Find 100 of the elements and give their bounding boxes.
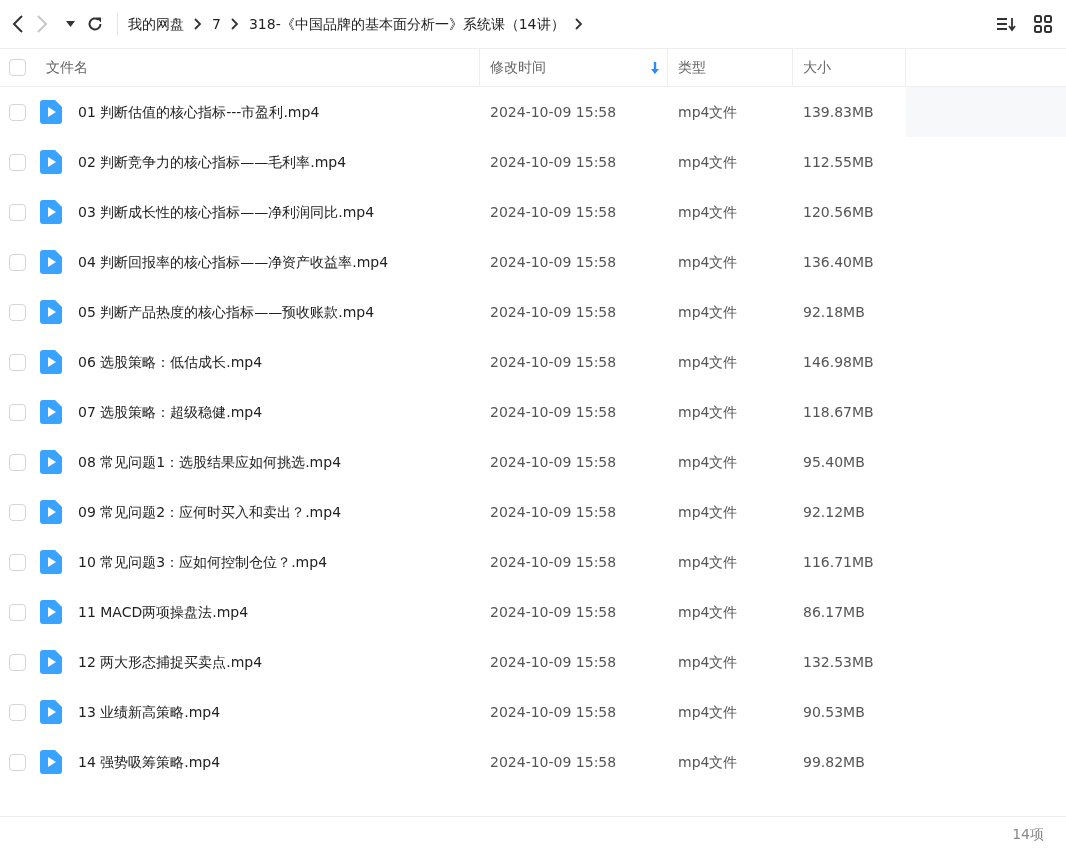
column-header[interactable]: 修改时间 bbox=[490, 57, 546, 78]
file-name[interactable]: 08 常见问题1：选股结果应如何挑选.mp4 bbox=[78, 451, 342, 473]
file-size: 146.98MB bbox=[803, 352, 874, 372]
modified-time: 2024-10-09 15:58 bbox=[490, 552, 617, 572]
file-name[interactable]: 07 选股策略：超级稳健.mp4 bbox=[78, 401, 263, 423]
chevron-icon bbox=[194, 18, 202, 30]
file-type: mp4文件 bbox=[678, 602, 738, 622]
video-file-icon bbox=[40, 450, 62, 474]
video-file-icon bbox=[40, 150, 62, 174]
file-size: 92.18MB bbox=[803, 302, 865, 322]
file-type: mp4文件 bbox=[678, 352, 738, 372]
video-file-icon bbox=[40, 350, 62, 374]
modified-time: 2024-10-09 15:58 bbox=[490, 202, 617, 222]
row-checkbox[interactable] bbox=[9, 153, 26, 171]
video-file-icon bbox=[40, 600, 62, 624]
sort-icon bbox=[996, 16, 1016, 32]
file-name[interactable]: 02 判断竞争力的核心指标——毛利率.mp4 bbox=[78, 151, 347, 173]
row-checkbox[interactable] bbox=[9, 453, 26, 471]
file-type: mp4文件 bbox=[678, 502, 738, 522]
row-checkbox[interactable] bbox=[9, 353, 26, 371]
modified-time: 2024-10-09 15:58 bbox=[490, 652, 617, 672]
modified-time: 2024-10-09 15:58 bbox=[490, 352, 617, 372]
file-size: 116.71MB bbox=[803, 552, 874, 572]
row-checkbox[interactable] bbox=[9, 753, 26, 771]
video-file-icon bbox=[40, 750, 62, 774]
file-name[interactable]: 14 强势吸筹策略.mp4 bbox=[78, 751, 221, 773]
column-header[interactable]: 大小 bbox=[803, 57, 831, 78]
chevron-icon bbox=[230, 18, 239, 30]
row-checkbox[interactable] bbox=[9, 303, 26, 321]
row-checkbox[interactable] bbox=[9, 603, 26, 621]
breadcrumb-link[interactable]: 7 bbox=[212, 13, 221, 35]
file-type: mp4文件 bbox=[678, 752, 738, 772]
file-type: mp4文件 bbox=[678, 152, 738, 172]
chevron-icon bbox=[574, 18, 583, 30]
file-name[interactable]: 01 判断估值的核心指标---市盈利.mp4 bbox=[78, 101, 320, 123]
file-size: 86.17MB bbox=[803, 602, 865, 622]
row-checkbox[interactable] bbox=[9, 253, 26, 271]
file-type: mp4文件 bbox=[678, 402, 738, 422]
modified-time: 2024-10-09 15:58 bbox=[490, 152, 617, 172]
file-size: 112.55MB bbox=[803, 152, 874, 172]
file-type: mp4文件 bbox=[678, 702, 738, 722]
file-size: 132.53MB bbox=[803, 652, 874, 672]
row-checkbox[interactable] bbox=[9, 203, 26, 221]
modified-time: 2024-10-09 15:58 bbox=[490, 402, 617, 422]
modified-time: 2024-10-09 15:58 bbox=[490, 502, 617, 522]
row-checkbox[interactable] bbox=[9, 403, 26, 421]
file-name[interactable]: 04 判断回报率的核心指标——净资产收益率.mp4 bbox=[78, 251, 389, 273]
file-name[interactable]: 11 MACD两项操盘法.mp4 bbox=[78, 601, 249, 623]
grid-icon bbox=[1034, 15, 1052, 33]
file-name[interactable]: 05 判断产品热度的核心指标——预收账款.mp4 bbox=[78, 301, 375, 323]
column-header[interactable]: 文件名 bbox=[46, 57, 88, 78]
row-checkbox[interactable] bbox=[9, 653, 26, 671]
file-type: mp4文件 bbox=[678, 252, 738, 272]
back-icon bbox=[12, 15, 24, 33]
breadcrumb-link[interactable]: 我的网盘 bbox=[128, 13, 184, 35]
file-name[interactable]: 03 判断成长性的核心指标——净利润同比.mp4 bbox=[78, 201, 375, 223]
file-name[interactable]: 09 常见问题2：应何时买入和卖出？.mp4 bbox=[78, 501, 342, 523]
video-file-icon bbox=[40, 200, 62, 224]
file-size: 118.67MB bbox=[803, 402, 874, 422]
file-type: mp4文件 bbox=[678, 552, 738, 572]
video-file-icon bbox=[40, 100, 62, 124]
modified-time: 2024-10-09 15:58 bbox=[490, 302, 617, 322]
row-checkbox[interactable] bbox=[9, 553, 26, 571]
column-header[interactable]: 类型 bbox=[678, 57, 706, 78]
caret-icon bbox=[66, 21, 75, 27]
refresh-icon bbox=[87, 16, 103, 32]
file-type: mp4文件 bbox=[678, 202, 738, 222]
video-file-icon bbox=[40, 500, 62, 524]
modified-time: 2024-10-09 15:58 bbox=[490, 752, 617, 772]
file-type: mp4文件 bbox=[678, 302, 738, 322]
file-name[interactable]: 13 业绩新高策略.mp4 bbox=[78, 701, 221, 723]
file-size: 139.83MB bbox=[803, 102, 874, 122]
modified-time: 2024-10-09 15:58 bbox=[490, 452, 617, 472]
modified-time: 2024-10-09 15:58 bbox=[490, 102, 617, 122]
file-name[interactable]: 10 常见问题3：应如何控制仓位？.mp4 bbox=[78, 551, 328, 573]
file-name[interactable]: 06 选股策略：低估成长.mp4 bbox=[78, 351, 263, 373]
modified-time: 2024-10-09 15:58 bbox=[490, 602, 617, 622]
file-type: mp4文件 bbox=[678, 452, 738, 472]
item-count: 14项 bbox=[1012, 825, 1044, 844]
select-all-checkbox[interactable] bbox=[9, 59, 26, 76]
modified-time: 2024-10-09 15:58 bbox=[490, 702, 617, 722]
video-file-icon bbox=[40, 650, 62, 674]
modified-time: 2024-10-09 15:58 bbox=[490, 252, 617, 272]
file-type: mp4文件 bbox=[678, 102, 738, 122]
file-size: 136.40MB bbox=[803, 252, 874, 272]
row-checkbox[interactable] bbox=[9, 703, 26, 721]
file-name[interactable]: 12 两大形态捕捉买卖点.mp4 bbox=[78, 651, 263, 673]
row-checkbox[interactable] bbox=[9, 503, 26, 521]
video-file-icon bbox=[40, 400, 62, 424]
video-file-icon bbox=[40, 550, 62, 574]
file-type: mp4文件 bbox=[678, 652, 738, 672]
video-file-icon bbox=[40, 300, 62, 324]
breadcrumb-link[interactable]: 318-《中国品牌的基本面分析一》系统课（14讲） bbox=[248, 13, 565, 35]
file-size: 95.40MB bbox=[803, 452, 865, 472]
video-file-icon bbox=[40, 700, 62, 724]
file-size: 90.53MB bbox=[803, 702, 865, 722]
row-checkbox[interactable] bbox=[9, 103, 26, 121]
file-size: 92.12MB bbox=[803, 502, 865, 522]
forward-icon bbox=[36, 15, 48, 33]
file-size: 99.82MB bbox=[803, 752, 865, 772]
